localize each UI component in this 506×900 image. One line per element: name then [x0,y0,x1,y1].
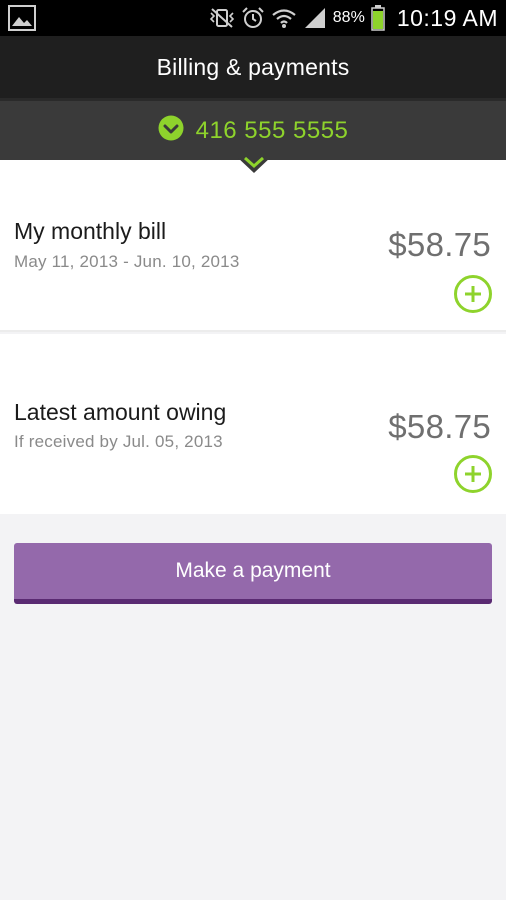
plus-icon [465,466,481,482]
card-subtitle: If received by Jul. 05, 2013 [14,432,223,451]
expand-button[interactable] [454,455,492,493]
page-title: Billing & payments [156,53,350,80]
account-selector[interactable]: 416 555 5555 [0,98,506,160]
chevron-down-icon [236,156,272,174]
status-bar: 88% 10:19 AM [0,0,506,36]
alarm-icon [241,6,265,30]
amount-owing-card[interactable]: Latest amount owing If received by Jul. … [0,334,506,514]
signal-icon [303,7,327,29]
app-header: Billing & payments [0,36,506,98]
check-circle-icon [158,115,184,146]
mute-vibrate-icon [209,7,235,29]
make-payment-button[interactable]: Make a payment [14,543,492,604]
expand-button[interactable] [454,275,492,313]
status-icons: 88% 10:19 AM [209,0,498,36]
owing-amount: $58.75 [388,408,491,445]
image-notification-icon [8,5,36,31]
battery-icon [371,5,385,31]
wifi-icon [271,7,297,29]
card-title: Latest amount owing [14,399,227,425]
card-subtitle: May 11, 2013 - Jun. 10, 2013 [14,252,240,271]
account-number: 416 555 5555 [195,116,349,144]
card-title: My monthly bill [14,218,167,244]
bill-amount: $58.75 [388,226,491,263]
clock: 10:19 AM [396,4,498,31]
monthly-bill-card[interactable]: My monthly bill May 11, 2013 - Jun. 10, … [0,160,506,332]
plus-icon [465,286,481,302]
battery-percent: 88% [332,9,365,26]
